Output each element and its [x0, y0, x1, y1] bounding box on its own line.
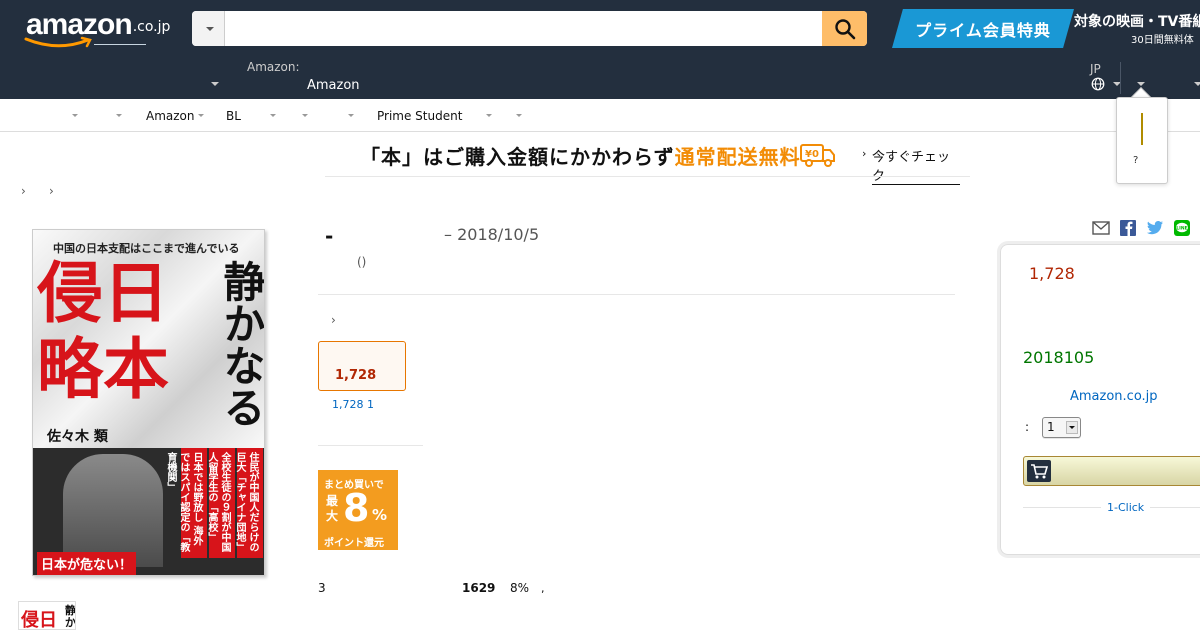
free-shipping-promo[interactable]: 「本」はご購入金額にかかわらず通常配送無料 ¥0 › 今すぐチェック: [360, 141, 960, 185]
popover-question: ?: [1133, 155, 1139, 166]
divider: [318, 294, 955, 295]
product-title: -: [325, 224, 334, 248]
nav-divider: [1120, 62, 1121, 94]
chevron-down-icon[interactable]: [1194, 82, 1200, 90]
truck-label: ¥0: [805, 149, 819, 160]
buy-box-delivery-date: 2018105: [1023, 348, 1095, 367]
popover-cursor: [1141, 113, 1143, 145]
language-label[interactable]: JP: [1090, 62, 1101, 76]
bulk-points: 1629: [462, 581, 496, 595]
mail-icon[interactable]: [1092, 220, 1110, 236]
search-button[interactable]: [822, 11, 867, 46]
promo-highlight: 通常配送無料: [674, 145, 801, 169]
quantity-value: 1: [1047, 420, 1055, 434]
thumb-title: 侵日: [21, 610, 57, 630]
nav-second-bar: [0, 56, 1200, 99]
one-click-link[interactable]: 1-Click: [1107, 501, 1144, 514]
logo-underline: [94, 44, 146, 45]
chevron-down-icon[interactable]: [116, 114, 122, 120]
chevron-down-icon[interactable]: [198, 114, 204, 120]
chevron-down-icon[interactable]: [348, 114, 354, 120]
subnav-item-prime-student[interactable]: Prime Student: [377, 109, 462, 123]
line-icon[interactable]: LINE: [1173, 220, 1191, 236]
chevron-down-icon[interactable]: [516, 114, 522, 120]
chevron-down-icon: [1066, 421, 1078, 434]
prime-banner-sub1: 対象の映画・TV番組: [1074, 14, 1200, 30]
badge-percent: %: [372, 506, 388, 524]
chevron-down-icon[interactable]: [302, 114, 308, 120]
divider: [1023, 507, 1101, 508]
add-to-cart-button[interactable]: [1023, 456, 1200, 486]
globe-icon[interactable]: [1091, 77, 1105, 91]
cover-thumbnail[interactable]: 侵日 静か: [18, 601, 76, 630]
prime-banner-sub2: 30日間無料体: [1131, 35, 1194, 46]
cover-band: 住民が中国人だらけの巨大「チャイナ団地」: [234, 448, 263, 558]
bulk-count: 3: [318, 581, 326, 595]
cover-title-top: 侵日: [37, 254, 169, 332]
promo-check-link[interactable]: 今すぐチェック: [872, 146, 960, 185]
twitter-icon[interactable]: [1146, 220, 1164, 236]
prime-banner-title: プライム会員特典: [915, 20, 1051, 40]
cover-band: 日本では野放し 海外ではスパイ認定の「教育機関」: [165, 448, 207, 558]
chevron-down-icon[interactable]: [211, 82, 219, 90]
chevron-down-icon[interactable]: [270, 114, 276, 120]
badge-number: 8: [343, 486, 370, 530]
breadcrumb-chevron-icon: ›: [21, 184, 26, 198]
chevron-down-icon[interactable]: [486, 114, 492, 120]
cover-title-bottom: 略本: [37, 330, 169, 408]
promo-divider: [325, 176, 970, 177]
bulk-buy-points-badge[interactable]: まとめ買いで 最大 8 % ポイント還元: [318, 470, 398, 550]
prime-banner-text: 対象の映画・TV番組 30日間無料体: [1074, 11, 1200, 46]
bulk-percent: 8%: [510, 581, 530, 595]
quantity-label: :: [1025, 420, 1030, 434]
cover-author: 佐々木 類: [47, 429, 108, 445]
search-input[interactable]: [225, 11, 822, 46]
format-price: 1,728: [335, 368, 377, 383]
author-photo: [63, 454, 163, 567]
prime-banner[interactable]: プライム会員特典 対象の映画・TV番組 30日間無料体: [892, 9, 1200, 48]
subnav-item-amazon[interactable]: Amazon: [146, 109, 195, 123]
delivery-truck-icon: ¥0: [800, 144, 835, 167]
divider: [1150, 507, 1200, 508]
logo-smile-icon: [24, 36, 92, 48]
sub-navigation: Amazon BL Prime Student: [0, 99, 1200, 132]
book-cover-image[interactable]: 中国の日本支配はここまで進んでいる 侵日 略本 静かなる 佐々木 類 住民が中国…: [32, 229, 265, 576]
search-icon: [834, 18, 855, 39]
format-option-selected[interactable]: 1,728: [318, 341, 406, 391]
chevron-right-icon[interactable]: ›: [331, 313, 336, 327]
breadcrumb-chevron-icon: ›: [49, 184, 54, 198]
divider: [318, 445, 423, 446]
badge-line3: ポイント還元: [324, 538, 384, 549]
chevron-down-icon[interactable]: [72, 114, 78, 120]
cover-title-vertical: 静かなる: [217, 260, 265, 428]
thumb-side: 静か: [65, 604, 76, 629]
product-date: – 2018/10/5: [444, 225, 540, 244]
chevron-down-icon: [206, 27, 214, 35]
svg-text:LINE: LINE: [1176, 226, 1187, 232]
cover-band: 全校生徒の９割が中国人留学生の「高校」: [206, 448, 235, 558]
deliver-to-value[interactable]: Amazon: [307, 78, 360, 93]
quantity-select[interactable]: 1: [1042, 417, 1081, 438]
search-department-dropdown[interactable]: [192, 11, 225, 46]
deliver-to-label: Amazon:: [247, 60, 300, 74]
bulk-comma: ,: [541, 582, 545, 595]
cover-warning-label: 日本が危ない！: [37, 552, 137, 575]
promo-text: 「本」はご購入金額にかかわらず: [360, 145, 675, 169]
buy-box-seller-link[interactable]: Amazon.co.jp: [1070, 389, 1158, 404]
cover-top-area: 中国の日本支配はここまで進んでいる 侵日 略本 静かなる 佐々木 類: [33, 230, 265, 448]
product-author-role: (): [357, 255, 367, 269]
badge-line2: 最大: [326, 494, 339, 523]
cover-bottom-area: 住民が中国人だらけの巨大「チャイナ団地」 全校生徒の９割が中国人留学生の「高校」…: [33, 448, 264, 575]
buy-box-price: 1,728: [1029, 264, 1075, 283]
chevron-right-icon: ›: [862, 147, 867, 160]
account-popover[interactable]: ?: [1116, 97, 1168, 184]
format-used-new-link[interactable]: 1,728 1: [332, 398, 374, 411]
prime-banner-title-box: プライム会員特典: [892, 9, 1074, 48]
cart-icon: [1027, 460, 1051, 482]
search-bar: [192, 11, 867, 46]
facebook-icon[interactable]: [1119, 220, 1137, 236]
subnav-item-bl[interactable]: BL: [226, 109, 241, 123]
